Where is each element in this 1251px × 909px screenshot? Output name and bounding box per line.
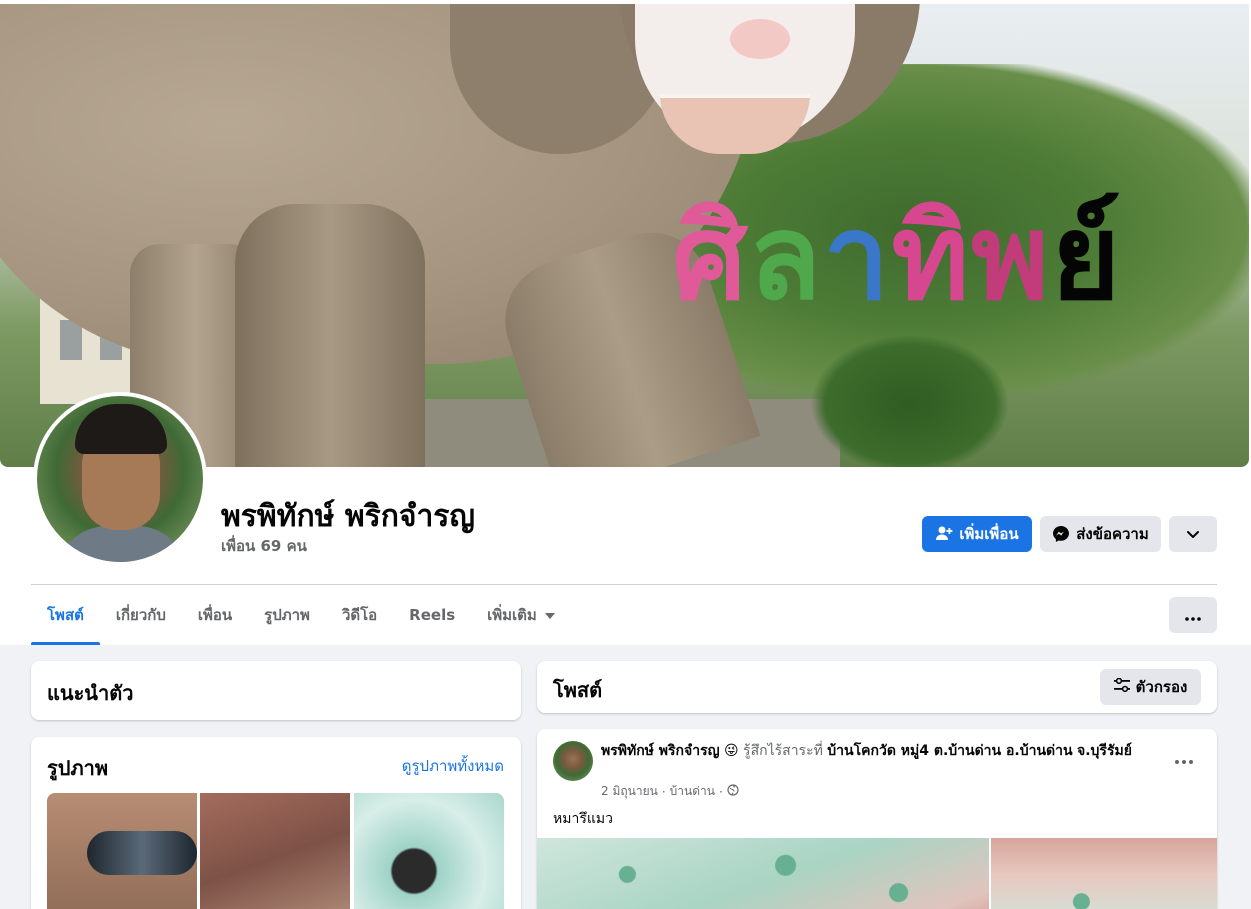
add-friend-label: เพิ่มเพื่อน bbox=[959, 526, 1019, 543]
post-location-province[interactable]: จ.บุรีรัมย์ bbox=[1077, 743, 1132, 759]
feeling-emoji: 😜 bbox=[723, 743, 739, 759]
post-options-button[interactable] bbox=[1175, 749, 1193, 768]
tab-posts[interactable]: โพสต์ bbox=[31, 597, 100, 645]
intro-card: แนะนำตัว bbox=[31, 661, 521, 720]
post-image[interactable] bbox=[537, 838, 989, 909]
tabs-more-button[interactable] bbox=[1169, 597, 1217, 633]
photos-title: รูปภาพ bbox=[47, 756, 109, 780]
photos-card: รูปภาพ ดูรูปภาพทั้งหมด bbox=[31, 737, 521, 909]
tab-videos[interactable]: วิดีโอ bbox=[326, 597, 393, 645]
intro-title: แนะนำตัว bbox=[47, 681, 134, 705]
post-author-name[interactable]: พรพิทักษ์ พริกจำรญ bbox=[601, 743, 720, 759]
posts-title: โพสต์ bbox=[553, 678, 603, 702]
post-header: พรพิทักษ์ พริกจำรญ 😜 รู้สึกไร้สาระที่ บ้… bbox=[601, 741, 1141, 761]
profile-name: พรพิทักษ์ พริกจำรญ bbox=[221, 499, 475, 534]
messenger-icon bbox=[1052, 525, 1070, 543]
see-all-photos-link[interactable]: ดูรูปภาพทั้งหมด bbox=[402, 754, 504, 778]
cover-photo[interactable]: ศิลาทิพย์ bbox=[0, 4, 1249, 467]
post-feeling: รู้สึกไร้สาระที่ bbox=[743, 743, 823, 759]
tab-more[interactable]: เพิ่มเติม bbox=[471, 597, 571, 645]
tab-friends[interactable]: เพื่อน bbox=[182, 597, 248, 645]
globe-icon bbox=[727, 784, 739, 799]
photo-thumbnail[interactable] bbox=[200, 793, 350, 909]
posts-header-card: โพสต์ ตัวกรอง bbox=[537, 661, 1217, 713]
profile-tabs: โพสต์ เกี่ยวกับ เพื่อน รูปภาพ วิดีโอ Ree… bbox=[31, 597, 571, 645]
profile-avatar[interactable] bbox=[33, 392, 207, 566]
cover-sign-text: ศิลาทิพย์ bbox=[672, 187, 1123, 326]
profile-header: ศิลาทิพย์ พรพิทักษ์ พริกจำรญ เพื่อน 69 ค… bbox=[0, 0, 1251, 645]
add-friend-button[interactable]: เพิ่มเพื่อน bbox=[922, 516, 1032, 552]
photo-thumbnail[interactable] bbox=[354, 793, 504, 909]
tab-photos[interactable]: รูปภาพ bbox=[248, 597, 326, 645]
more-horizontal-icon bbox=[1175, 749, 1193, 768]
tab-reels[interactable]: Reels bbox=[393, 597, 471, 645]
more-horizontal-icon bbox=[1185, 606, 1201, 625]
friend-count[interactable]: เพื่อน 69 คน bbox=[221, 534, 307, 558]
chevron-down-icon bbox=[1186, 527, 1200, 541]
post-location[interactable]: บ้านโคกวัด หมู่4 ต.บ้านด่าน อ.บ้านด่าน bbox=[827, 743, 1072, 759]
filter-icon bbox=[1113, 677, 1130, 696]
message-label: ส่งข้อความ bbox=[1076, 526, 1149, 543]
message-button[interactable]: ส่งข้อความ bbox=[1040, 516, 1161, 552]
post-date[interactable]: 2 มิถุนายน bbox=[601, 782, 658, 801]
post-text: หมารึแมว bbox=[553, 811, 613, 827]
post-place[interactable]: บ้านด่าน bbox=[670, 782, 715, 801]
filter-button[interactable]: ตัวกรอง bbox=[1100, 669, 1201, 705]
post-meta: 2 มิถุนายน · บ้านด่าน · bbox=[601, 782, 739, 801]
post-image[interactable] bbox=[991, 838, 1217, 909]
filter-label: ตัวกรอง bbox=[1135, 678, 1188, 696]
add-friend-icon bbox=[935, 525, 953, 543]
caret-down-icon bbox=[544, 612, 555, 619]
photo-thumbnail[interactable] bbox=[47, 793, 197, 909]
profile-options-button[interactable] bbox=[1169, 516, 1217, 552]
post-author-avatar[interactable] bbox=[553, 741, 593, 781]
post-card: พรพิทักษ์ พริกจำรญ 😜 รู้สึกไร้สาระที่ บ้… bbox=[537, 729, 1217, 909]
tab-about[interactable]: เกี่ยวกับ bbox=[100, 597, 182, 645]
header-divider bbox=[31, 584, 1217, 585]
